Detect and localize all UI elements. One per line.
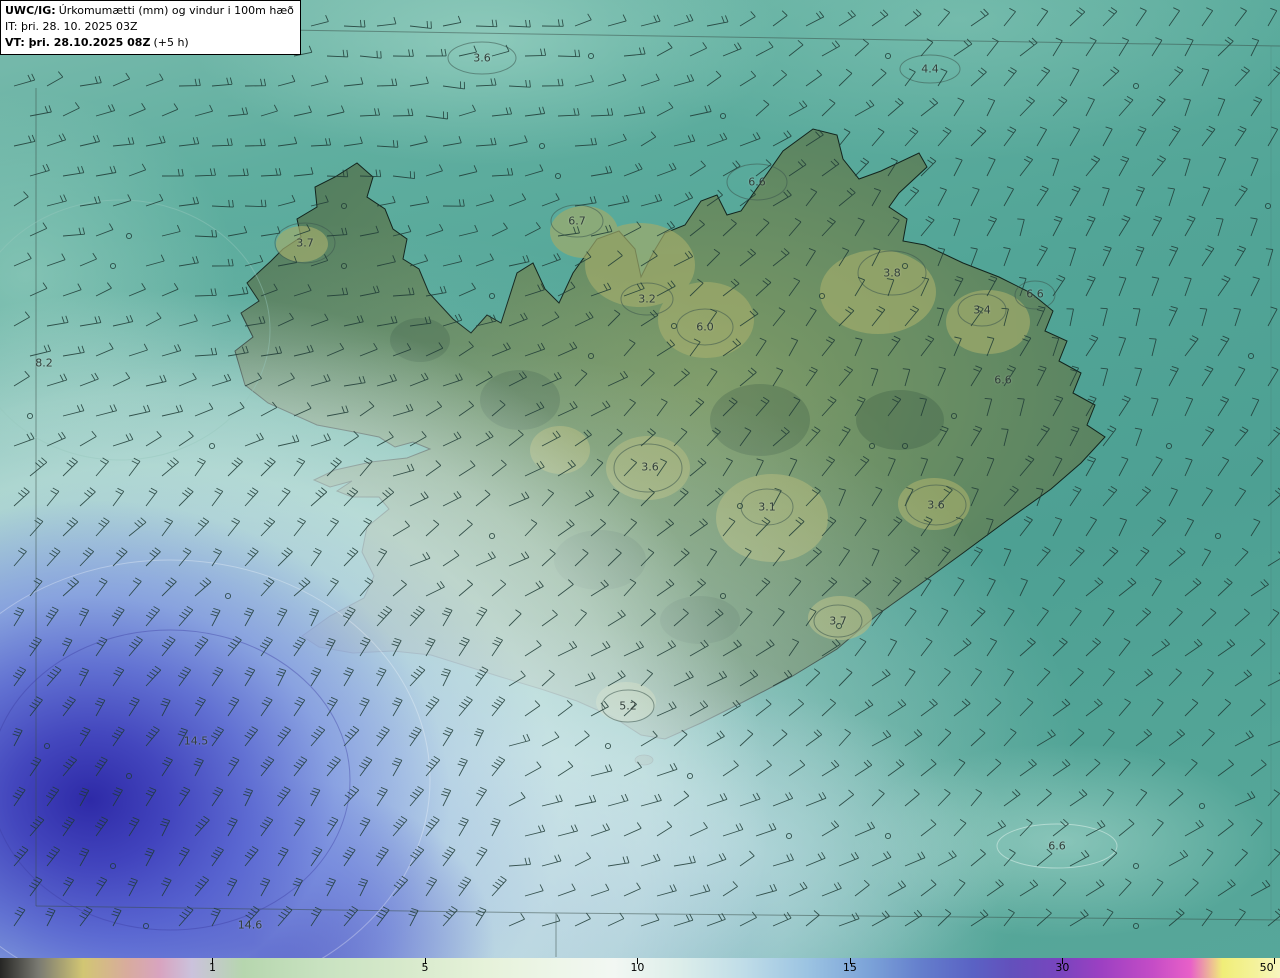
info-line-init: IT: þri. 28. 10. 2025 03Z xyxy=(5,19,138,33)
model-label: UWC/IG: xyxy=(5,4,56,17)
valid-time: VT: þri. 28.10.2025 08Z xyxy=(5,35,151,49)
colorbar: 1 5 10 15 30 50 xyxy=(0,958,1280,978)
map-info-box: UWC/IG: Úrkomumætti (mm) og vindur i 100m… xyxy=(0,0,301,55)
colorbar-tick-label: 15 xyxy=(842,961,857,974)
colorbar-tick-label: 30 xyxy=(1055,961,1070,974)
map-title: Úrkomumætti (mm) og vindur i 100m hæð xyxy=(58,4,294,17)
info-line-title: UWC/IG: Úrkomumætti (mm) og vindur i 100m… xyxy=(5,3,294,19)
valid-offset: (+5 h) xyxy=(153,35,189,49)
colorbar-tick-label: 10 xyxy=(630,961,645,974)
colorbar-tick-label: 1 xyxy=(208,961,216,974)
colorbar-tick-label: 5 xyxy=(421,961,429,974)
info-line-valid: VT: þri. 28.10.2025 08Z (+5 h) xyxy=(5,35,294,51)
weather-map-viewport: 3.6 4.4 6.6 6.7 3.7 3.8 3.2 6.6 3.4 6.0 8.2 6.6 3.6 3… xyxy=(0,0,1280,978)
colorbar-ticks: 1 5 10 15 30 50 xyxy=(0,958,1280,978)
wind-barb-layer xyxy=(12,7,1280,930)
colorbar-tick-mark xyxy=(1273,958,1275,964)
colorbar-tick-label: 50 xyxy=(1259,961,1274,974)
